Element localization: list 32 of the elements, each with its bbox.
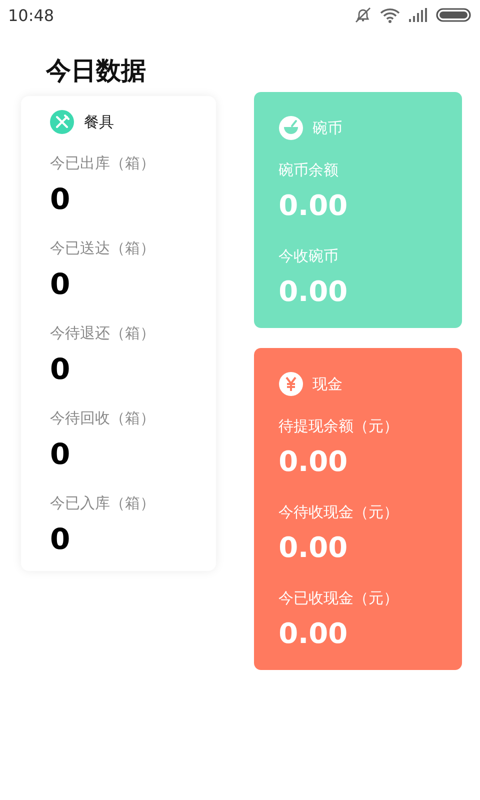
- stat-label: 待提现余额（元）: [278, 416, 399, 436]
- stat-value: 0.00: [278, 444, 348, 480]
- bowl-icon: [278, 116, 303, 140]
- yen-icon: [278, 372, 303, 396]
- card-title: 现金: [312, 374, 343, 394]
- stat-label: 今收碗币: [278, 246, 339, 266]
- stat-value: 0: [50, 351, 70, 388]
- stat-value: 0.00: [278, 274, 348, 310]
- stat-label: 今待回收（箱）: [50, 408, 155, 428]
- wifi-icon: [380, 7, 400, 23]
- stat-value: 0: [50, 181, 70, 218]
- card-title: 餐具: [84, 112, 114, 132]
- stat-value: 0.00: [278, 530, 348, 566]
- status-time: 10:48: [8, 6, 54, 24]
- stat-value: 0.00: [278, 616, 348, 652]
- stat-label: 今待收现金（元）: [278, 502, 399, 522]
- fork-knife-icon: [50, 110, 74, 134]
- stat-label: 今已收现金（元）: [278, 588, 399, 608]
- stat-label: 今已入库（箱）: [50, 493, 155, 513]
- battery-icon: [436, 8, 472, 22]
- card-title: 碗币: [312, 118, 343, 138]
- stat-value: 0: [50, 436, 70, 473]
- signal-icon: [408, 8, 428, 22]
- stat-label: 今已出库（箱）: [50, 153, 155, 173]
- stat-value: 0: [50, 266, 70, 303]
- stat-value: 0: [50, 521, 70, 558]
- stat-label: 今已送达（箱）: [50, 238, 155, 258]
- bell-off-icon: [354, 7, 372, 23]
- stat-label: 今待退还（箱）: [50, 323, 155, 343]
- stat-value: 0.00: [278, 188, 348, 224]
- page-title: 今日数据: [46, 55, 147, 87]
- stat-label: 碗币余额: [278, 160, 339, 180]
